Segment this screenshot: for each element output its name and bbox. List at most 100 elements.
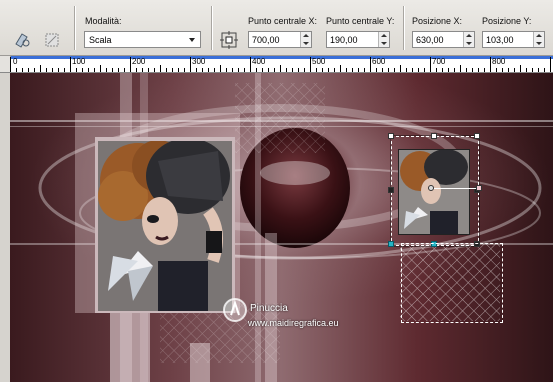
mode-label: Modalità:	[85, 16, 122, 26]
ruler-tick	[40, 65, 41, 72]
ruler-tick	[94, 68, 95, 72]
pos-x-spinner[interactable]	[463, 32, 474, 47]
free-transform-icon[interactable]	[42, 30, 62, 50]
transform-rotation-handle[interactable]	[476, 185, 482, 191]
ruler-tick	[52, 68, 53, 72]
ruler-tick	[256, 68, 257, 72]
ruler-tick	[388, 68, 389, 72]
ruler-tick	[226, 68, 227, 72]
ruler-tick	[454, 68, 455, 72]
ruler-tick	[148, 68, 149, 72]
ruler-tick	[280, 65, 281, 72]
ruler-tick	[298, 68, 299, 72]
ruler-tick	[328, 68, 329, 72]
transform-handle-top-right[interactable]	[474, 133, 480, 139]
ruler-tick	[400, 65, 401, 72]
transform-handle-top-left[interactable]	[388, 133, 394, 139]
ruler-tick	[514, 68, 515, 72]
ruler-tick	[394, 68, 395, 72]
ruler-tick	[124, 68, 125, 72]
center-x-label: Punto centrale X:	[248, 16, 318, 26]
horizontal-ruler: 0 100 200 300 400 500 600 700 800	[0, 56, 553, 73]
center-y-spinner[interactable]	[378, 32, 389, 47]
ruler-tick	[286, 68, 287, 72]
ruler-tick	[130, 57, 131, 72]
ruler-tick	[538, 68, 539, 72]
ruler-tick	[484, 68, 485, 72]
chevron-down-icon	[189, 38, 195, 42]
ruler-tick	[352, 68, 353, 72]
center-y-field[interactable]: 190,00	[326, 31, 390, 48]
ruler-tick	[430, 57, 431, 72]
pos-y-field[interactable]: 103,00	[482, 31, 545, 48]
ruler-tick	[544, 68, 545, 72]
ruler-tick	[190, 57, 191, 72]
ruler-label: 300	[192, 57, 206, 66]
transform-handle-bottom-left[interactable]	[388, 241, 394, 247]
center-x-value: 700,00	[252, 35, 280, 45]
ruler-tick	[304, 68, 305, 72]
ruler-tick	[214, 68, 215, 72]
ruler-tick	[184, 68, 185, 72]
ruler-label: 600	[372, 57, 386, 66]
mode-select[interactable]: Scala	[84, 31, 201, 48]
ruler-tick	[112, 68, 113, 72]
ruler-tick	[532, 68, 533, 72]
ruler-tick	[154, 68, 155, 72]
ruler-tick	[136, 68, 137, 72]
ruler-highlight	[10, 56, 553, 59]
ruler-tick	[58, 68, 59, 72]
ruler-tick	[160, 65, 161, 72]
ruler-tick	[466, 68, 467, 72]
ruler-tick	[88, 68, 89, 72]
ruler-tick	[28, 68, 29, 72]
center-y-value: 190,00	[330, 35, 358, 45]
ruler-tick	[424, 68, 425, 72]
ruler-tick	[10, 57, 11, 72]
ruler-label: 700	[432, 57, 446, 66]
center-x-field[interactable]: 700,00	[248, 31, 312, 48]
tool-options-bar: Modalità: Scala Punto centrale X: 700,00…	[0, 0, 553, 56]
ruler-tick	[274, 68, 275, 72]
selection-marquee	[401, 243, 503, 323]
ruler-label: 800	[492, 57, 506, 66]
ruler-tick	[316, 68, 317, 72]
pos-x-field[interactable]: 630,00	[412, 31, 475, 48]
toolbar-separator	[74, 6, 75, 50]
ruler-tick	[64, 68, 65, 72]
transform-handle-top[interactable]	[431, 133, 437, 139]
ruler-tick	[376, 68, 377, 72]
ruler-tick	[310, 57, 311, 72]
ruler-tick	[82, 68, 83, 72]
transform-handle-left[interactable]	[388, 187, 394, 193]
ruler-tick	[196, 68, 197, 72]
center-point-icon[interactable]	[219, 30, 239, 50]
ruler-tick	[142, 68, 143, 72]
ruler-label: 200	[132, 57, 146, 66]
ruler-tick	[478, 68, 479, 72]
pick-tool-icon[interactable]	[13, 30, 33, 50]
pos-y-label: Posizione Y:	[482, 16, 532, 26]
toolbar-separator	[211, 6, 212, 50]
ruler-tick	[70, 57, 71, 72]
toolbar-separator	[403, 6, 404, 50]
ruler-tick	[118, 68, 119, 72]
ruler-tick	[460, 65, 461, 72]
ruler-tick	[448, 68, 449, 72]
image-canvas[interactable]: Pinuccia www.maidiregrafica.eu	[10, 73, 553, 382]
ruler-label: 500	[312, 57, 326, 66]
ruler-tick	[172, 68, 173, 72]
ruler-tick	[250, 57, 251, 72]
ruler-tick	[346, 68, 347, 72]
pos-y-spinner[interactable]	[533, 32, 544, 47]
ruler-tick	[508, 68, 509, 72]
ruler-tick	[526, 68, 527, 72]
watermark-name: Pinuccia	[250, 303, 288, 314]
ruler-tick	[262, 68, 263, 72]
watermark-logo-icon	[223, 298, 247, 322]
ruler-tick	[502, 68, 503, 72]
ruler-tick	[46, 68, 47, 72]
center-x-spinner[interactable]	[300, 32, 311, 47]
ruler-tick	[178, 68, 179, 72]
ruler-tick	[412, 68, 413, 72]
